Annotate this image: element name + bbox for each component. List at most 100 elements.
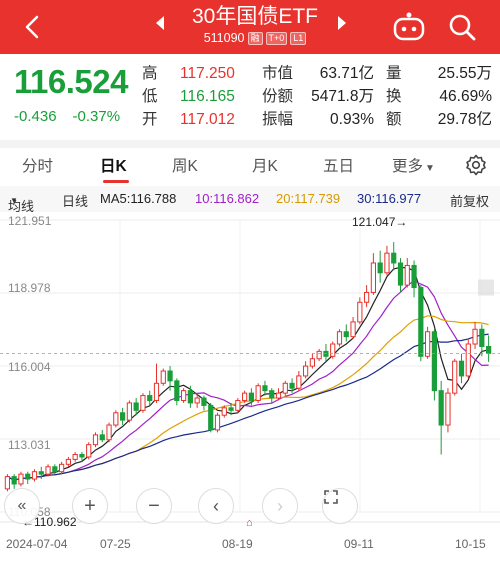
ma-legend-bar: 均线 ▼ 日线 MA5:116.788 10:116.862 20:117.739… [0,186,500,214]
y-tick-label: 121.951 [8,214,52,228]
y-tick-label: 118.978 [8,281,51,295]
candle-body [79,453,85,458]
ma30-line [7,333,489,481]
fullscreen-icon [324,490,338,504]
ma10-value: 10:116.862 [195,191,260,206]
y-tick-label: 113.031 [8,438,51,452]
stock-code-line: 511090 融 T+0 L1 [150,31,360,45]
candle-body [242,392,248,401]
title-block: 30年国债ETF 511090 融 T+0 L1 [150,4,360,45]
caret-down-small-icon: ▼ [10,196,18,205]
candle-body [120,412,126,421]
candle-body [425,331,431,357]
tab-more-label: 更多 [392,158,424,175]
candle-body [72,453,78,460]
stat-market-cap-label: 市值 [262,65,294,82]
ma10-line [7,279,489,481]
kline-type-label[interactable]: 日线 [62,191,88,210]
candle-body [397,262,404,286]
t0-tag: T+0 [265,31,288,45]
candle-body [479,328,485,347]
stat-amplitude-label: 振幅 [262,111,294,128]
stat-amplitude-value: 0.93% [330,111,374,128]
candle-body [45,466,51,475]
tab-daily-k[interactable]: 日K [100,154,127,176]
back-icon[interactable] [14,8,52,46]
price-change: -0.436 -0.37% [14,108,120,125]
settings-gear-icon[interactable] [465,154,487,176]
stat-market-cap-value: 63.71亿 [319,65,374,82]
active-tab-indicator [103,180,129,183]
candle-body [248,392,254,401]
candle-body [269,390,275,399]
fullscreen-button[interactable] [322,488,358,524]
tab-intraday[interactable]: 分时 [22,154,53,176]
candle-body [228,407,234,411]
candle-body [52,466,58,473]
tab-monthly-k[interactable]: 月K [252,154,278,176]
tab-more[interactable]: 更多 ▼ [392,154,435,176]
last-price: 116.524 [14,63,128,100]
double-chevron-left-icon: « [17,497,27,514]
search-icon[interactable] [446,11,478,43]
candle-body [357,301,363,323]
tab-five-day[interactable]: 五日 [323,154,354,176]
candle-body [316,350,322,360]
candle-body [106,424,112,441]
header-bar: 30年国债ETF 511090 融 T+0 L1 [0,0,500,54]
candle-body [174,380,180,401]
pan-left-button[interactable]: ‹ [198,488,234,524]
candle-body [235,399,241,411]
candle-body [364,291,370,303]
x-tick-label: 2024-07-04 [6,537,68,551]
level1-tag: L1 [290,31,307,45]
candle-body [201,397,207,406]
stat-volume-value: 25.55万 [437,65,492,82]
change-percent: -0.37% [72,108,121,125]
candle-body [343,331,349,338]
candle-body [208,404,214,431]
candle-body [465,343,471,377]
candle-body [214,414,221,431]
y-tick-label: 116.004 [8,360,51,374]
candle-body [92,434,99,446]
stock-code: 511090 [203,31,245,45]
candle-body [472,328,478,345]
tab-weekly-k[interactable]: 周K [172,154,198,176]
zoom-out-button[interactable]: − [136,488,172,524]
zoom-in-button[interactable]: + [72,488,108,524]
candle-body [289,382,295,389]
candle-body [336,331,343,345]
candle-body [99,434,105,441]
kline-chart[interactable]: 121.951 118.978 116.004 113.031 110.058 … [0,212,500,564]
candle-body [255,385,261,401]
candle-body [330,343,336,357]
candle-body [370,262,376,293]
adjust-mode[interactable]: 前复权 [450,191,489,210]
stat-low-value: 116.165 [180,88,235,105]
candle-body [147,395,153,401]
pan-left-fast-button[interactable]: « [4,488,40,524]
stat-turnover-value: 46.69% [439,88,492,105]
candle-body [391,252,397,264]
stat-amount-value: 29.78亿 [437,111,492,128]
ma30-value: 30:116.977 [357,191,422,206]
candle-body [282,382,288,394]
candle-body [296,375,302,389]
candle-body [377,262,383,274]
event-marker-icon[interactable]: ⌂ [246,517,253,529]
stat-volume-label: 量 [386,65,402,82]
candle-body [126,402,132,421]
candle-body [59,463,65,473]
next-stock-icon[interactable] [334,13,350,33]
period-tabs: 分时 日K 周K 月K 五日 更多 ▼ [0,148,500,184]
candle-body [153,382,160,401]
price-marker-box [478,279,494,296]
pan-right-button[interactable]: › [262,488,298,524]
robot-assistant-icon[interactable] [392,11,426,43]
candle-body [194,397,200,404]
stat-low: 低 [142,88,158,105]
candle-body [262,385,268,392]
candle-body [431,331,437,392]
candle-body [458,360,465,377]
